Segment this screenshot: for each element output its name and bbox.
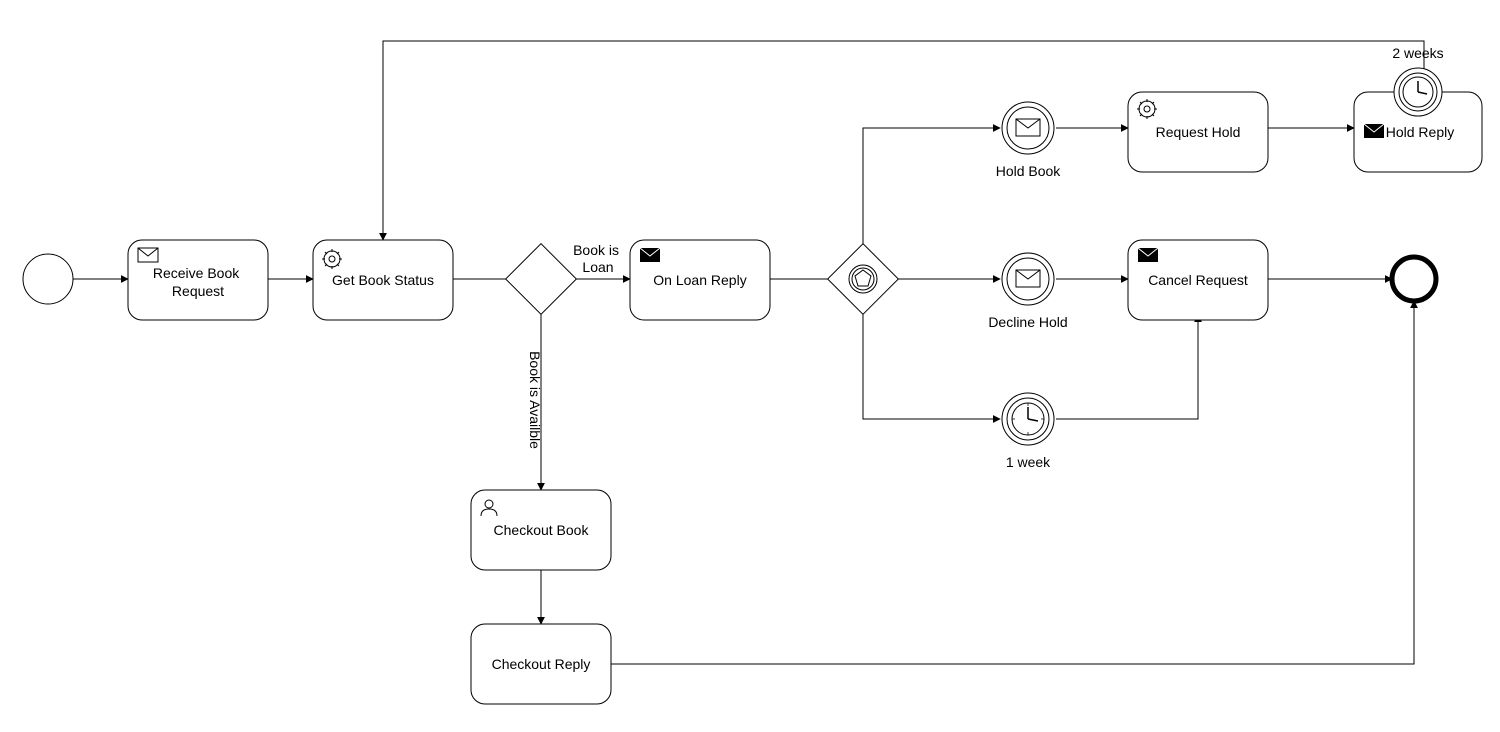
gateway-event-based[interactable] — [828, 244, 899, 315]
svg-text:1 week: 1 week — [1006, 454, 1051, 470]
message-filled-icon — [1364, 124, 1384, 138]
task-cancel-request[interactable]: Cancel Request — [1128, 240, 1268, 320]
message-filled-icon — [640, 248, 660, 262]
svg-text:Request Hold: Request Hold — [1156, 124, 1241, 140]
svg-text:Get Book Status: Get Book Status — [332, 272, 434, 288]
message-icon — [138, 248, 158, 262]
task-receive-book-request[interactable]: Receive Book Request Receive Book Reques… — [128, 240, 268, 320]
svg-text:Checkout Reply: Checkout Reply — [492, 656, 591, 672]
start-event[interactable] — [23, 254, 73, 304]
message-filled-icon — [1138, 248, 1158, 262]
label-book-is-loan: Book is Loan — [573, 242, 623, 275]
task-checkout-book[interactable]: Checkout Book — [471, 490, 611, 570]
event-one-week[interactable]: 1 week — [1002, 393, 1054, 470]
bpmn-diagram: Book is Loan Book is Availble Receive Bo… — [0, 0, 1500, 732]
event-decline-hold[interactable]: Decline Hold — [988, 253, 1067, 330]
flow — [863, 304, 1000, 419]
svg-text:On Loan Reply: On Loan Reply — [653, 272, 746, 288]
flow — [1056, 315, 1198, 419]
gateway-exclusive[interactable] — [506, 244, 577, 315]
svg-text:Decline Hold: Decline Hold — [988, 314, 1067, 330]
task-checkout-reply[interactable]: Checkout Reply — [471, 624, 611, 704]
task-on-loan-reply[interactable]: On Loan Reply — [630, 240, 770, 320]
flow — [863, 128, 1000, 254]
event-hold-book[interactable]: Hold Book — [996, 102, 1062, 179]
event-two-weeks[interactable]: 2 weeks — [1392, 45, 1443, 116]
svg-text:Cancel Request: Cancel Request — [1148, 272, 1248, 288]
flow — [611, 301, 1414, 664]
svg-text:Hold Book: Hold Book — [996, 163, 1062, 179]
gear-icon — [322, 249, 342, 269]
gear-icon — [1137, 99, 1157, 119]
task-request-hold[interactable]: Request Hold — [1128, 92, 1268, 172]
svg-text:Checkout Book: Checkout Book — [494, 522, 590, 538]
svg-text:Hold Reply: Hold Reply — [1386, 124, 1454, 140]
end-event[interactable] — [1392, 257, 1436, 301]
svg-text:2 weeks: 2 weeks — [1392, 45, 1443, 61]
task-get-book-status[interactable]: Get Book Status — [313, 240, 453, 320]
label-book-available: Book is Availble — [527, 351, 543, 449]
